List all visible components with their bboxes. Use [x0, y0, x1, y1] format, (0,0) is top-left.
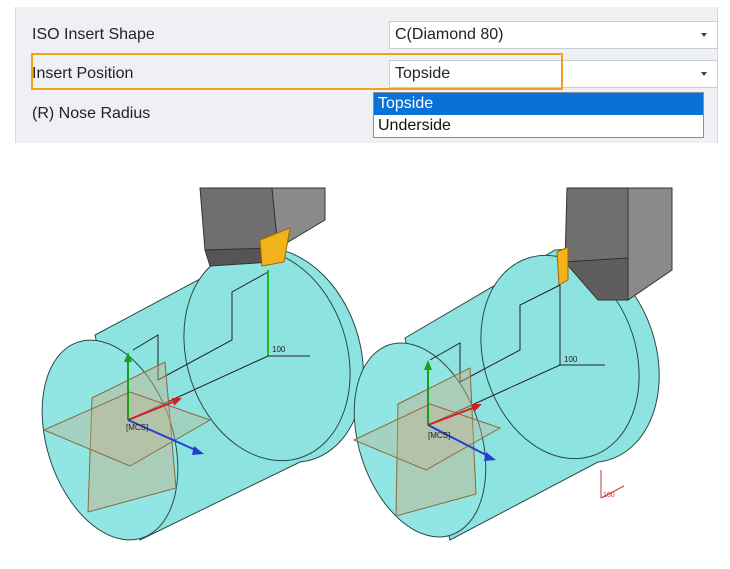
insert-position-row: Insert Position Topside [32, 59, 718, 89]
right-assembly: 100 [MCS] 100 [352, 187, 673, 541]
nose-radius-label: (R) Nose Radius [32, 105, 151, 122]
insert-position-select[interactable]: Topside [389, 60, 718, 88]
iso-insert-shape-select[interactable]: C(Diamond 80) [389, 21, 718, 49]
iso-insert-shape-label: ISO Insert Shape [32, 26, 155, 43]
left-assembly: 100 [MCS] [41, 187, 364, 541]
right-dim-label: 100 [564, 355, 578, 364]
right-holder-front [564, 187, 629, 263]
iso-insert-shape-value: C(Diamond 80) [395, 26, 504, 43]
dropdown-option-topside[interactable]: Topside [374, 93, 703, 115]
right-holder-side [627, 187, 673, 301]
graphics-viewport[interactable]: 100 [MCS] 100 [MCS] 100 [0, 150, 730, 560]
insert-position-value: Topside [395, 65, 451, 82]
iso-insert-shape-row: ISO Insert Shape C(Diamond 80) [32, 20, 718, 50]
chevron-down-icon[interactable] [701, 33, 707, 37]
left-csys-label: [MCS] [126, 423, 148, 432]
right-csys-label: [MCS] [428, 431, 450, 440]
left-dim-label: 100 [272, 345, 286, 354]
insert-position-dropdown[interactable]: Topside Underside [373, 92, 704, 138]
right-small-dim-label: 100 [603, 492, 615, 499]
dropdown-option-underside[interactable]: Underside [374, 115, 703, 137]
insert-position-label: Insert Position [32, 65, 134, 82]
right-insert [556, 246, 569, 286]
chevron-down-icon[interactable] [701, 72, 707, 76]
